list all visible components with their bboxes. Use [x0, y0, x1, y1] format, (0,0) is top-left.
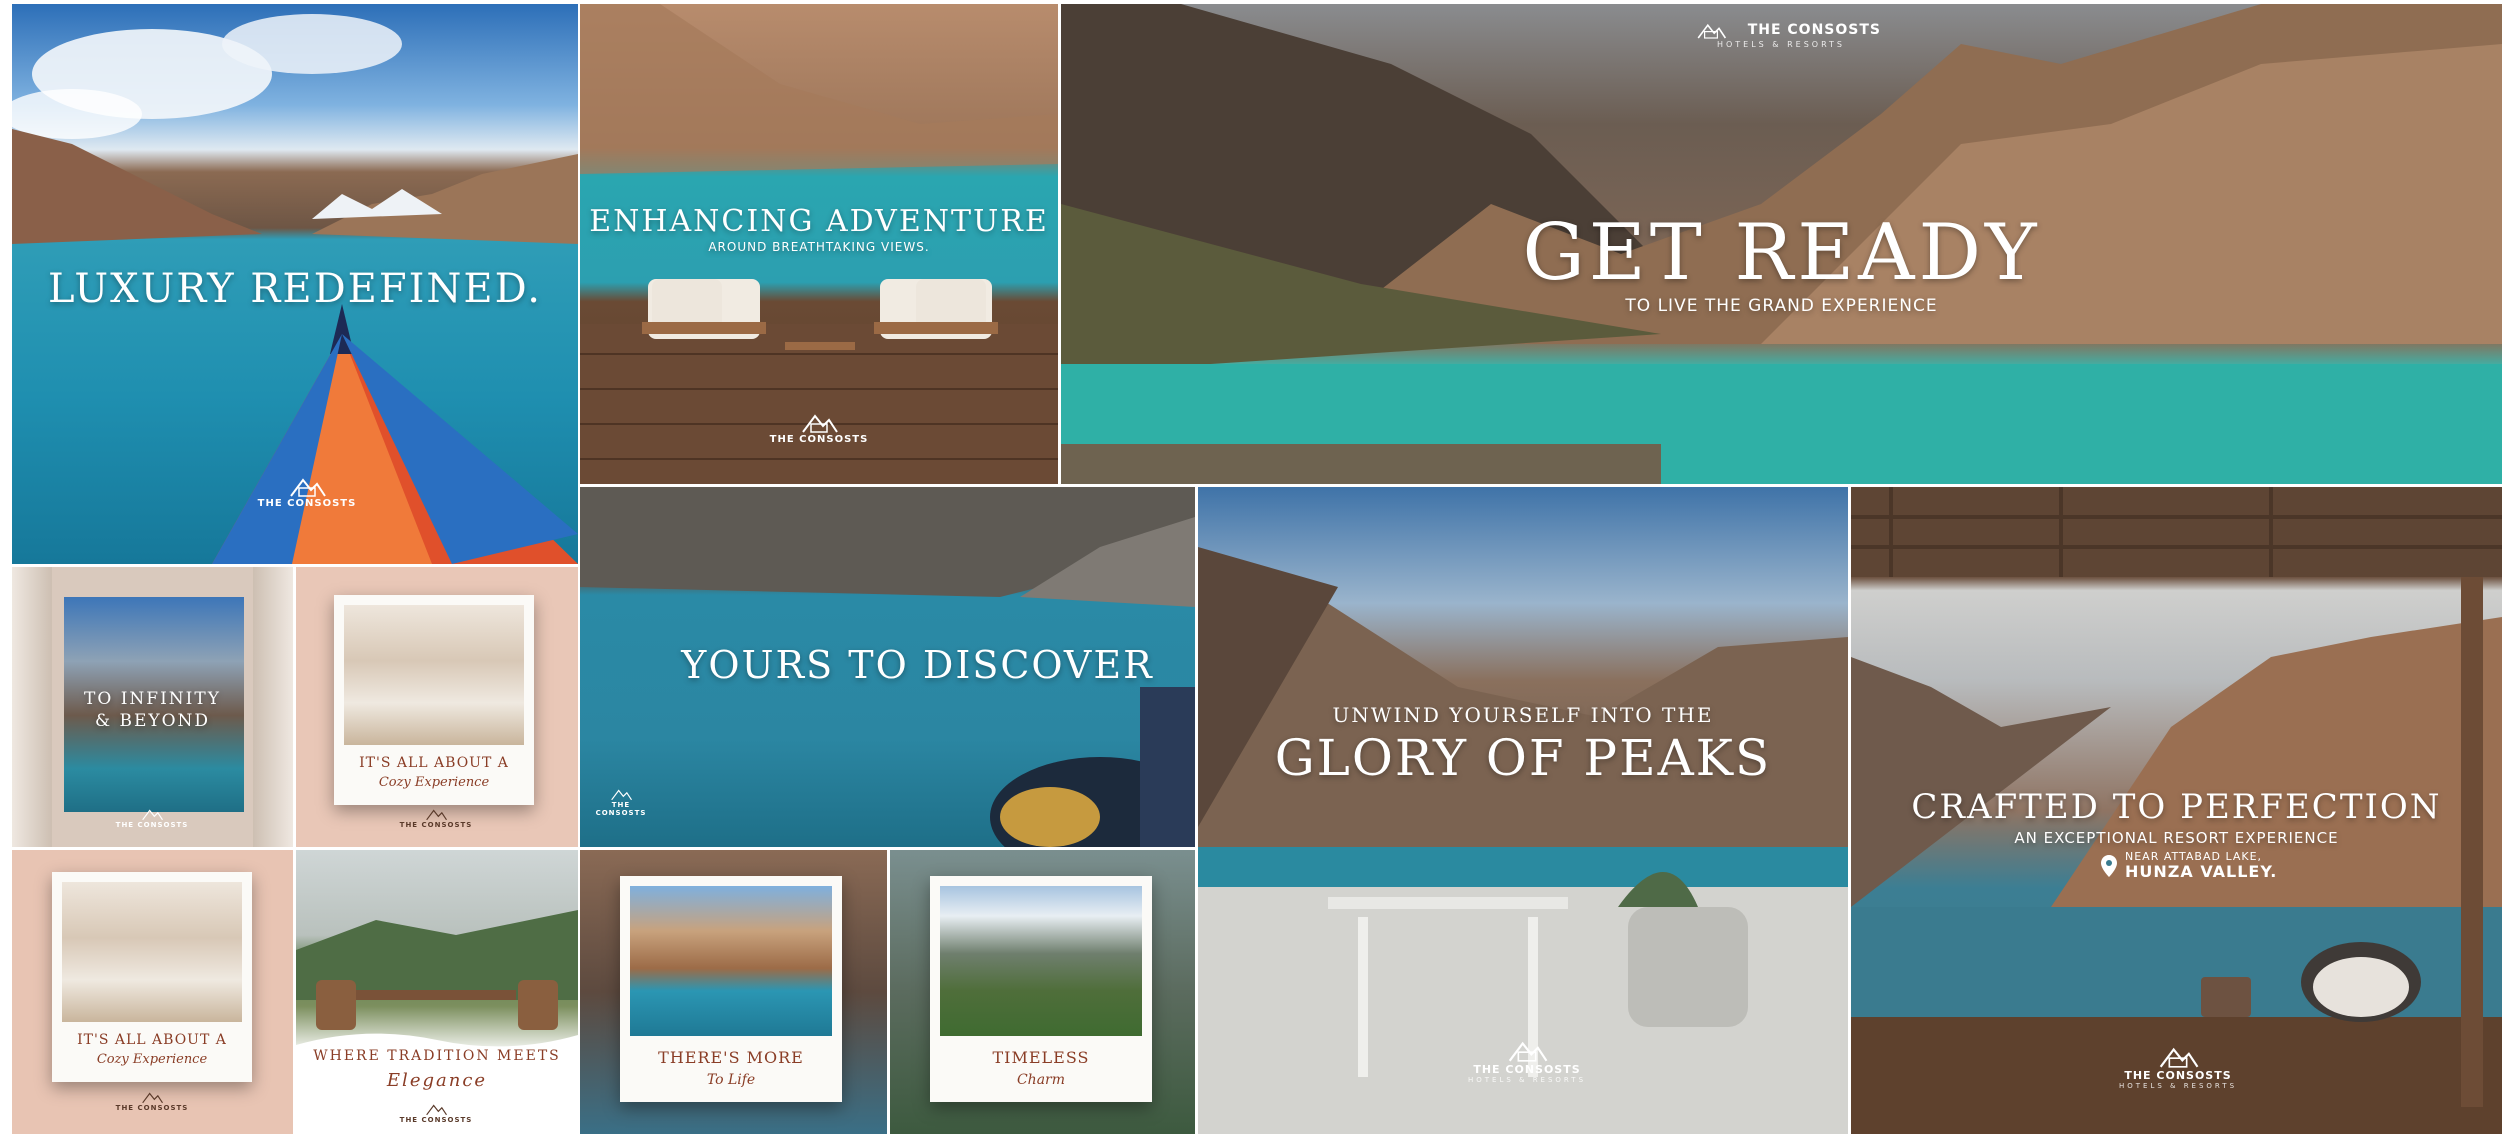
tile-line1: TO INFINITY	[84, 689, 221, 709]
brand-logo: THE CONSOSTS HOTELS & RESORTS	[1462, 1037, 1592, 1084]
enhancing-adventure-tile: ENHANCING ADVENTURE AROUND BREATHTAKING …	[580, 4, 1058, 484]
brand-name: THE CONSOSTS	[1473, 1063, 1581, 1076]
mountain-logo-icon	[426, 1104, 447, 1116]
brand-logo: THE CONSOSTS	[586, 787, 656, 817]
mountain-logo-icon	[1697, 23, 1727, 39]
tile-title: LUXURY REDEFINED.	[48, 266, 542, 312]
brand-logo: THE CONSOSTS	[764, 410, 874, 445]
theres-more-tile: THERE'S MORE To Life	[580, 850, 887, 1134]
crafted-to-perfection-tile: CRAFTED TO PERFECTION AN EXCEPTIONAL RES…	[1851, 487, 2502, 1134]
polaroid-frame: IT'S ALL ABOUT A Cozy Experience	[334, 595, 534, 805]
tile-title: ENHANCING ADVENTURE	[589, 204, 1049, 239]
brand-logo: THE CONSOSTS	[396, 1102, 476, 1124]
luxury-redefined-tile: LUXURY REDEFINED. THE CONSOSTS	[12, 4, 578, 564]
tile-title: CRAFTED TO PERFECTION	[1911, 787, 2442, 827]
location-line2: HUNZA VALLEY.	[2125, 862, 2278, 882]
polaroid-caption: IT'S ALL ABOUT A	[359, 755, 509, 771]
brand-logo: THE CONSOSTS	[252, 474, 362, 509]
tile-subtitle: AN EXCEPTIONAL RESORT EXPERIENCE	[2014, 829, 2339, 847]
brand-name: THE CONSOSTS	[1747, 22, 1881, 38]
polaroid-photo	[62, 882, 242, 1022]
brand-name: THE CONSOSTS	[2124, 1069, 2232, 1082]
polaroid-frame: THERE'S MORE To Life	[620, 876, 842, 1102]
mountain-logo-icon	[142, 1092, 163, 1104]
brand-name: THE CONSOSTS	[115, 821, 189, 829]
mountain-logo-icon	[142, 809, 163, 821]
tile-line2: Elegance	[386, 1070, 488, 1091]
brand-logo: THE CONSOSTS	[396, 807, 476, 829]
tile-line1: WHERE TRADITION MEETS	[313, 1048, 561, 1064]
brand-logo: THE CONSOSTS HOTELS & RESORTS	[1681, 20, 1881, 49]
polaroid-photo	[344, 605, 524, 745]
brand-logo: THE CONSOSTS	[112, 807, 192, 829]
brand-name: THE CONSOSTS	[115, 1104, 189, 1112]
mountain-logo-icon	[2159, 1047, 2199, 1068]
brand-tagline: HOTELS & RESORTS	[1467, 1076, 1587, 1084]
polaroid-frame: TIMELESS Charm	[930, 876, 1152, 1102]
glory-of-peaks-tile: UNWIND YOURSELF INTO THE GLORY OF PEAKS …	[1198, 487, 1848, 1134]
brand-logo: THE CONSOSTS	[112, 1090, 192, 1112]
brand-name: THE CONSOSTS	[257, 498, 357, 509]
location-block: NEAR ATTABAD LAKE, HUNZA VALLEY.	[2101, 850, 2278, 882]
mountain-logo-icon	[802, 414, 838, 433]
cozy-experience-tile-top: IT'S ALL ABOUT A Cozy Experience THE CON…	[296, 567, 578, 847]
brand-tagline: HOTELS & RESORTS	[1716, 40, 1846, 49]
tile-line2: GLORY OF PEAKS	[1274, 729, 1772, 787]
to-infinity-tile: TO INFINITY & BEYOND THE CONSOSTS	[12, 567, 293, 847]
tile-title: GET READY	[1522, 208, 2041, 298]
polaroid-script: Cozy Experience	[378, 775, 490, 790]
polaroid-script: To Life	[706, 1072, 756, 1088]
tradition-elegance-tile: WHERE TRADITION MEETS Elegance THE CONSO…	[296, 850, 578, 1134]
polaroid-photo	[630, 886, 832, 1036]
polaroid-photo	[940, 886, 1142, 1036]
patio-illustration	[296, 910, 578, 1134]
cozy-experience-tile-bottom: IT'S ALL ABOUT A Cozy Experience THE CON…	[12, 850, 293, 1134]
tile-subtitle: TO LIVE THE GRAND EXPERIENCE	[1625, 296, 1938, 316]
brand-logo: THE CONSOSTS HOTELS & RESORTS	[2113, 1043, 2243, 1090]
mountain-logo-icon	[1508, 1041, 1548, 1062]
brand-tagline: HOTELS & RESORTS	[2118, 1082, 2238, 1090]
polaroid-caption: THERE'S MORE	[658, 1048, 804, 1067]
mountain-logo-icon	[426, 809, 447, 821]
timeless-charm-tile: TIMELESS Charm	[890, 850, 1195, 1134]
get-ready-tile: GET READY TO LIVE THE GRAND EXPERIENCE T…	[1061, 4, 2502, 484]
polaroid-frame: IT'S ALL ABOUT A Cozy Experience	[52, 872, 252, 1082]
polaroid-script: Charm	[1016, 1072, 1066, 1088]
polaroid-caption: IT'S ALL ABOUT A	[77, 1032, 227, 1048]
brand-name: THE CONSOSTS	[399, 1116, 473, 1124]
tile-subtitle: AROUND BREATHTAKING VIEWS.	[708, 240, 930, 254]
polaroid-script: Cozy Experience	[96, 1052, 208, 1067]
brand-name: THE CONSOSTS	[399, 821, 473, 829]
tile-line1: UNWIND YOURSELF INTO THE	[1332, 703, 1714, 727]
mountain-logo-icon	[611, 789, 632, 801]
polaroid-caption: TIMELESS	[992, 1048, 1090, 1067]
brand-name: THE CONSOSTS	[769, 434, 869, 445]
yours-to-discover-tile: YOURS TO DISCOVER THE CONSOSTS	[580, 487, 1195, 847]
tile-title: YOURS TO DISCOVER	[681, 643, 1154, 687]
location-pin-icon	[2101, 854, 2117, 877]
brand-name: THE CONSOSTS	[595, 801, 647, 817]
mountain-logo-icon	[290, 478, 326, 497]
tile-line2: & BEYOND	[94, 711, 211, 731]
